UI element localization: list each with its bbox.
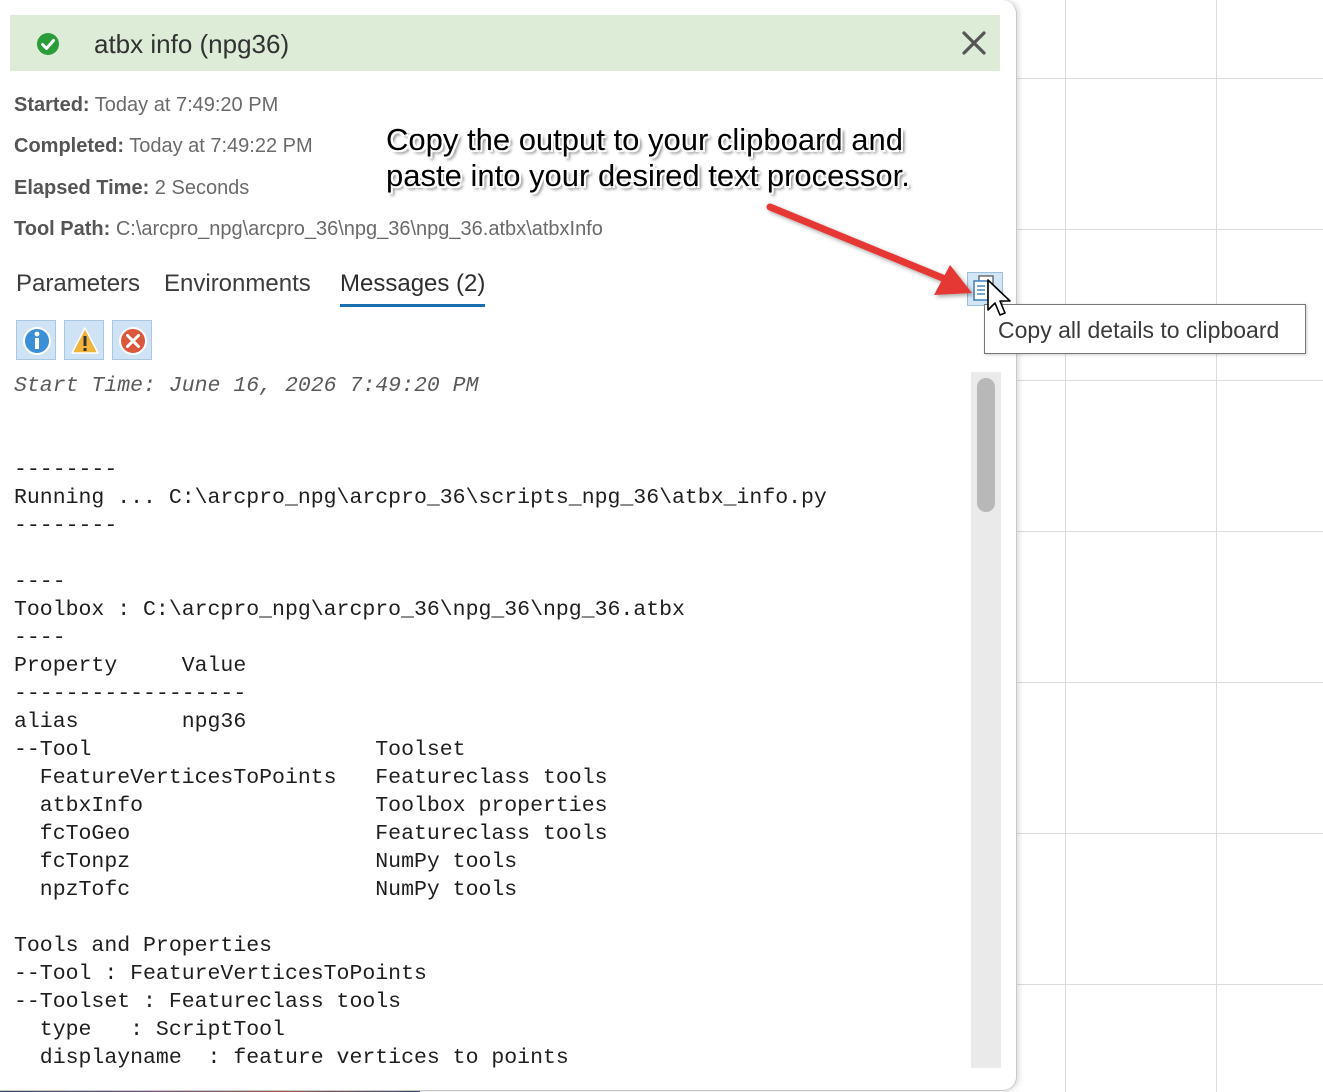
tab-environments[interactable]: Environments: [164, 270, 311, 304]
tab-messages[interactable]: Messages (2): [340, 270, 486, 307]
started-value: Today at 7:49:20 PM: [94, 94, 279, 116]
info-filter-button[interactable]: [16, 320, 56, 360]
started-row: Started: Today at 7:49:20 PM: [14, 94, 278, 117]
annotation-callout: Copy the output to your clipboard and pa…: [386, 122, 910, 194]
messages-body: -------- Running ... C:\arcpro_npg\arcpr…: [14, 458, 827, 1070]
copy-tooltip: Copy all details to clipboard: [984, 304, 1306, 354]
background-grid: [1010, 0, 1323, 1092]
error-icon: [119, 327, 147, 355]
start-time-line: Start Time: June 16, 2026 7:49:20 PM: [14, 374, 479, 398]
pane-header: atbx info (npg36): [10, 15, 1000, 71]
started-label: Started:: [14, 94, 90, 116]
callout-line-1: Copy the output to your clipboard and: [386, 122, 904, 157]
completed-value: Today at 7:49:22 PM: [129, 135, 313, 157]
tool-path-row: Tool Path: C:\arcpro_npg\arcpro_36\npg_3…: [14, 218, 603, 241]
info-icon: [23, 327, 51, 355]
tab-parameters[interactable]: Parameters: [16, 270, 140, 304]
warning-filter-button[interactable]: [64, 320, 104, 360]
close-icon[interactable]: [960, 29, 988, 57]
messages-scrollbar-thumb[interactable]: [977, 378, 995, 512]
callout-line-2: paste into your desired text processor.: [386, 158, 910, 193]
completed-label: Completed:: [14, 135, 124, 157]
completed-row: Completed: Today at 7:49:22 PM: [14, 135, 313, 158]
error-filter-button[interactable]: [112, 320, 152, 360]
red-arrow-icon: [766, 203, 972, 295]
elapsed-value: 2 Seconds: [154, 177, 250, 199]
success-check-icon: [37, 33, 59, 55]
elapsed-row: Elapsed Time: 2 Seconds: [14, 177, 249, 200]
messages-output[interactable]: Start Time: June 16, 2026 7:49:20 PM ---…: [14, 372, 969, 1072]
tool-path-value: C:\arcpro_npg\arcpro_36\npg_36\npg_36.at…: [115, 218, 603, 240]
elapsed-label: Elapsed Time:: [14, 177, 150, 199]
mouse-pointer-icon: [987, 279, 1011, 316]
pane-title: atbx info (npg36): [94, 29, 290, 59]
tool-path-label: Tool Path:: [14, 218, 111, 240]
warning-icon: [71, 327, 99, 354]
